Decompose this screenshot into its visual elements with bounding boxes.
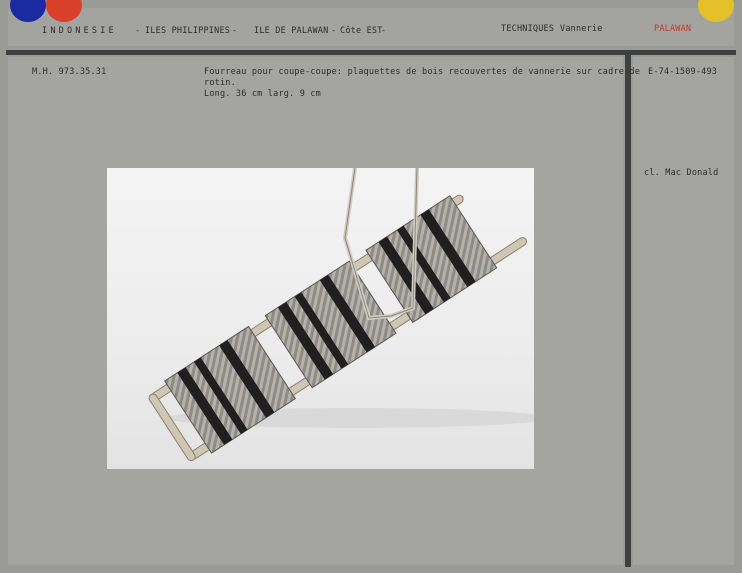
header-sep: - (135, 26, 141, 36)
dimensions: Long. 36 cm larg. 9 cm (204, 89, 321, 99)
region-stamp: PALAWAN (654, 24, 692, 34)
sheath-illustration (148, 168, 534, 462)
header-sep: - (381, 26, 387, 36)
header-coast: Côte EST (340, 26, 383, 36)
technique-value: Vannerie (560, 24, 603, 34)
photographer-credit: cl. Mac Donald (644, 168, 719, 178)
object-photograph (107, 168, 534, 469)
header-sep: - (232, 26, 238, 36)
description-line-1: Fourreau pour coupe-coupe: plaquettes de… (204, 67, 641, 77)
catalog-card: INDONESIE - ILES PHILIPPINES - ILE DE PA… (0, 0, 742, 573)
technique-label: TECHNIQUES (501, 24, 555, 34)
inventory-number: M.H. 973.35.31 (32, 67, 107, 77)
header-region: ILES PHILIPPINES (145, 26, 231, 36)
description-line-2: rotin. (204, 78, 236, 88)
header-island: ILE DE PALAWAN (254, 26, 329, 36)
header-sep: - (331, 26, 337, 36)
photo-number: E-74-1509-493 (648, 67, 718, 77)
header-country: INDONESIE (42, 26, 117, 36)
side-panel (633, 57, 734, 565)
vertical-divider (625, 55, 631, 567)
